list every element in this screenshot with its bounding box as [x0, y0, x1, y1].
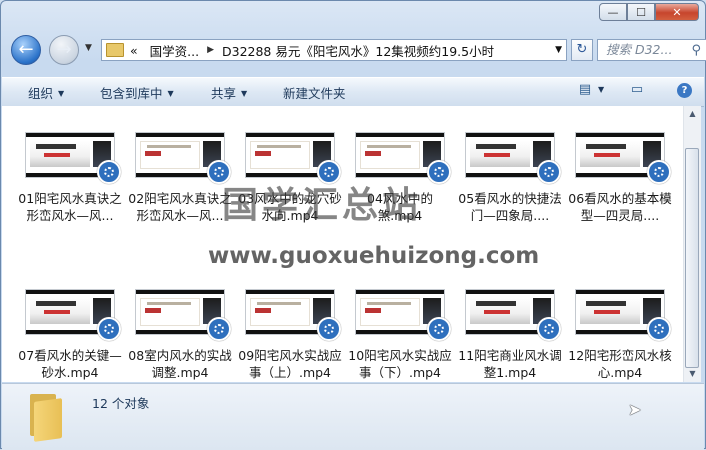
- file-list[interactable]: 12阳宅形峦风水核心.mp4 11阳宅商业风水调整1.mp4 10阳宅风水实战应事（…: [2, 106, 683, 382]
- scroll-down-icon[interactable]: ▼: [684, 366, 701, 382]
- refresh-button[interactable]: ↻: [571, 39, 593, 61]
- minimize-button[interactable]: —: [599, 3, 627, 21]
- file-name: 06看风水的基本模型—四灵局....: [568, 191, 672, 223]
- view-dropdown-icon[interactable]: ▼: [598, 85, 604, 94]
- file-item[interactable]: 02阳宅风水真诀之形峦风水—风...: [128, 132, 232, 224]
- video-player-icon: [537, 317, 561, 341]
- address-dropdown-icon[interactable]: ▼: [555, 45, 562, 55]
- video-player-icon: [647, 317, 671, 341]
- video-thumbnail: [22, 289, 121, 341]
- scroll-thumb[interactable]: [685, 148, 699, 368]
- share-menu[interactable]: 共享 ▼: [211, 83, 247, 102]
- maximize-button[interactable]: ☐: [627, 3, 655, 21]
- video-player-icon: [207, 160, 231, 184]
- video-thumbnail: [22, 132, 121, 184]
- preview-pane-icon[interactable]: ▭: [628, 82, 646, 98]
- video-thumbnail: [132, 132, 231, 184]
- video-thumbnail: [462, 132, 561, 184]
- video-thumbnail: [132, 289, 231, 341]
- history-dropdown-icon[interactable]: ▼: [85, 43, 92, 53]
- vertical-scrollbar[interactable]: ▲ ▼: [683, 106, 701, 382]
- video-thumbnail: [242, 289, 341, 341]
- video-player-icon: [427, 160, 451, 184]
- file-name: 01阳宅风水真诀之形峦风水—风...: [18, 191, 122, 223]
- mouse-cursor-icon: ➤: [628, 400, 642, 419]
- details-pane: 12 个对象 ➤: [2, 383, 704, 450]
- file-item[interactable]: 05看风水的快捷法门—四象局....: [458, 132, 562, 224]
- file-name: 10阳宅风水实战应事（下）.mp4: [348, 348, 452, 380]
- video-player-icon: [647, 160, 671, 184]
- file-name: 08室内风水的实战调整.mp4: [128, 348, 232, 380]
- video-player-icon: [207, 317, 231, 341]
- file-name: 12阳宅形峦风水核心.mp4: [568, 348, 672, 380]
- file-name: 03风水中的龙穴砂水向.mp4: [238, 191, 342, 223]
- chevron-down-icon: ▼: [167, 89, 174, 98]
- file-item[interactable]: 10阳宅风水实战应事（下）.mp4: [348, 289, 452, 381]
- video-thumbnail: [572, 289, 671, 341]
- search-placeholder: 搜索 D32...: [606, 42, 673, 57]
- chevron-down-icon: ▼: [58, 89, 65, 98]
- file-item[interactable]: 07看风水的关键—砂水.mp4: [18, 289, 122, 381]
- file-item[interactable]: 03风水中的龙穴砂水向.mp4: [238, 132, 342, 224]
- video-thumbnail: [352, 289, 451, 341]
- file-name: 07看风水的关键—砂水.mp4: [18, 348, 122, 380]
- video-player-icon: [97, 317, 121, 341]
- new-folder-button[interactable]: 新建文件夹: [283, 83, 346, 102]
- organize-menu[interactable]: 组织 ▼: [28, 83, 64, 102]
- file-item[interactable]: 01阳宅风水真诀之形峦风水—风...: [18, 132, 122, 224]
- file-name: 09阳宅风水实战应事（上）.mp4: [238, 348, 342, 380]
- close-button[interactable]: ✕: [655, 3, 699, 21]
- video-thumbnail: [242, 132, 341, 184]
- breadcrumb-chevron-icon[interactable]: ▶: [207, 45, 214, 55]
- folder-icon: [26, 392, 66, 442]
- navigation-bar: ← → ▼ « 国学资... ▶ D32288 易元《阳宅风水》12集视频约19…: [9, 33, 706, 67]
- view-options-icon[interactable]: ▤: [576, 82, 594, 98]
- chevron-down-icon: ▼: [241, 89, 248, 98]
- video-player-icon: [537, 160, 561, 184]
- include-library-menu[interactable]: 包含到库中 ▼: [100, 83, 174, 102]
- file-item[interactable]: 06看风水的基本模型—四灵局....: [568, 132, 672, 224]
- scroll-up-icon[interactable]: ▲: [684, 106, 701, 122]
- window-controls: — ☐ ✕: [599, 3, 699, 21]
- video-player-icon: [317, 160, 341, 184]
- file-name: 05看风水的快捷法门—四象局....: [458, 191, 562, 223]
- breadcrumb-overflow[interactable]: «: [130, 43, 138, 58]
- file-item[interactable]: 12阳宅形峦风水核心.mp4: [568, 289, 672, 381]
- forward-button[interactable]: →: [49, 35, 79, 65]
- file-item[interactable]: 11阳宅商业风水调整1.mp4: [458, 289, 562, 381]
- file-name: 04风水中的煞.mp4: [367, 191, 433, 223]
- file-item[interactable]: 09阳宅风水实战应事（上）.mp4: [238, 289, 342, 381]
- breadcrumb-item-current[interactable]: D32288 易元《阳宅风水》12集视频约19.5小时: [222, 41, 494, 60]
- file-item[interactable]: 08室内风水的实战调整.mp4: [128, 289, 232, 381]
- explorer-window: — ☐ ✕ ← → ▼ « 国学资... ▶ D32288 易元《阳宅风水》12…: [0, 0, 706, 450]
- video-thumbnail: [572, 132, 671, 184]
- watermark-url: www.guoxuehuizong.com: [208, 243, 540, 269]
- file-item[interactable]: 04风水中的煞.mp4: [348, 132, 452, 224]
- video-player-icon: [97, 160, 121, 184]
- address-bar[interactable]: « 国学资... ▶ D32288 易元《阳宅风水》12集视频约19.5小时 ▼: [101, 39, 567, 61]
- search-icon: ⚲: [691, 43, 701, 58]
- video-thumbnail: [462, 289, 561, 341]
- video-player-icon: [317, 317, 341, 341]
- command-toolbar: 组织 ▼ 包含到库中 ▼ 共享 ▼ 新建文件夹 ▤ ▼ ▭ ?: [2, 77, 704, 107]
- video-player-icon: [427, 317, 451, 341]
- breadcrumb-item-root[interactable]: 国学资...: [150, 41, 199, 60]
- video-thumbnail: [352, 132, 451, 184]
- help-icon[interactable]: ?: [677, 83, 692, 98]
- file-name: 02阳宅风水真诀之形峦风水—风...: [128, 191, 232, 223]
- folder-icon: [106, 43, 124, 57]
- file-name: 11阳宅商业风水调整1.mp4: [458, 348, 562, 380]
- back-button[interactable]: ←: [11, 35, 41, 65]
- item-count: 12 个对象: [92, 396, 150, 411]
- search-input[interactable]: 搜索 D32... ⚲: [597, 39, 706, 61]
